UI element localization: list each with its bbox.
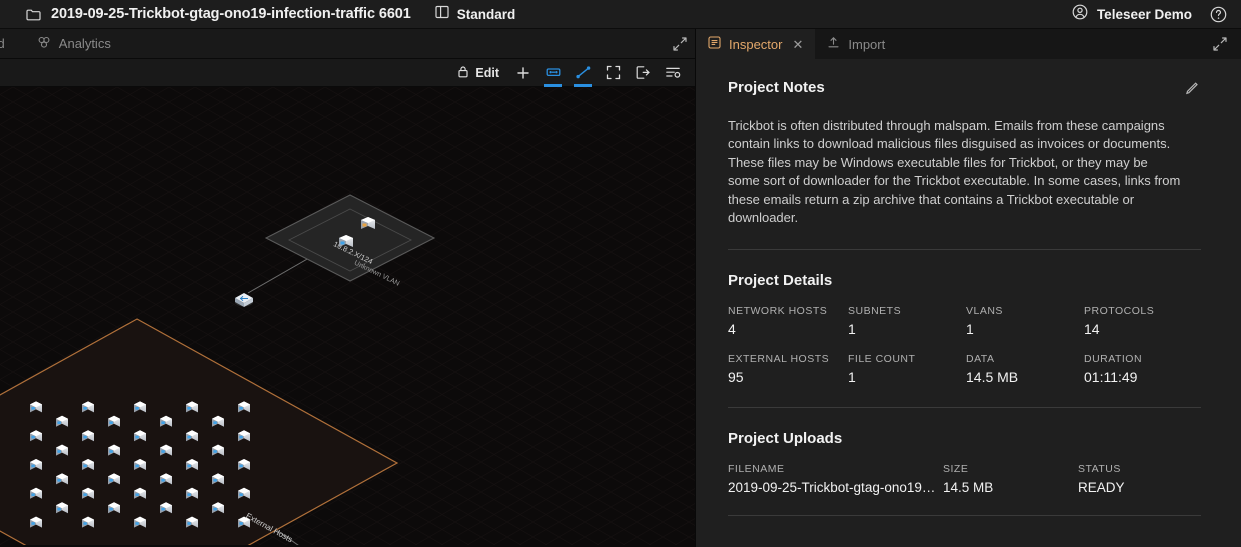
- close-icon[interactable]: ✕: [792, 38, 803, 51]
- user-menu[interactable]: Teleseer Demo: [1072, 4, 1192, 25]
- export-button[interactable]: [629, 59, 657, 87]
- pencil-icon[interactable]: [1182, 79, 1201, 103]
- uploads-col-status: STATUS READY: [1078, 463, 1201, 495]
- stat-value: 4: [728, 321, 736, 338]
- graph-pane: ard Analytics: [0, 29, 695, 547]
- stat-label: VLANS: [966, 305, 1003, 318]
- app-bar: 2019-09-25-Trickbot-gtag-ono19-infection…: [0, 0, 1241, 29]
- stat-value: 14: [1084, 321, 1100, 338]
- expand-diagonal-icon[interactable]: [1205, 29, 1235, 59]
- stat-value: 1: [848, 321, 856, 338]
- lock-icon: [457, 65, 469, 81]
- stat-network-hosts: NETWORK HOSTS 4: [728, 305, 848, 337]
- stat-label: SUBNETS: [848, 305, 902, 318]
- body-split: ard Analytics: [0, 29, 1241, 547]
- project-uploads-title: Project Uploads: [728, 430, 843, 448]
- layout-label: Standard: [456, 6, 516, 22]
- stat-vlans: VLANS 1: [966, 305, 1084, 337]
- stat-subnets: SUBNETS 1: [848, 305, 966, 337]
- inspector-content: Project Notes Trickbot is often distribu…: [696, 59, 1241, 547]
- upload-filename: 2019-09-25-Trickbot-gtag-ono19-...: [728, 480, 938, 496]
- status-badge: READY: [1078, 480, 1125, 496]
- stat-label: FILE COUNT: [848, 353, 916, 366]
- stat-label: DATA: [966, 353, 995, 366]
- user-name: Teleseer Demo: [1096, 6, 1192, 22]
- tab-inspector[interactable]: Inspector ✕: [696, 29, 816, 59]
- project-notes-header: Project Notes: [728, 79, 1201, 103]
- project-details-title: Project Details: [728, 272, 833, 290]
- stat-value: 95: [728, 369, 744, 386]
- graph-tab-bar: ard Analytics: [0, 29, 695, 59]
- edit-button[interactable]: Edit: [453, 59, 507, 87]
- stat-label: EXTERNAL HOSTS: [728, 353, 830, 366]
- stat-protocols: PROTOCOLS 14: [1084, 305, 1201, 337]
- project-notes-title: Project Notes: [728, 79, 825, 96]
- project-uploads-section: Project Uploads FILENAME 2019-09-25-Tric…: [728, 430, 1201, 495]
- stat-value: 1: [848, 369, 856, 386]
- folder-icon: [26, 8, 41, 21]
- tab-import[interactable]: Import: [815, 29, 897, 59]
- expand-diagonal-icon[interactable]: [665, 29, 695, 59]
- add-button[interactable]: [509, 59, 537, 87]
- stat-external-hosts: EXTERNAL HOSTS 95: [728, 353, 848, 385]
- column-header: SIZE: [943, 463, 969, 476]
- page-title: 2019-09-25-Trickbot-gtag-ono19-infection…: [51, 6, 411, 22]
- dashboard-label: ard: [0, 36, 5, 51]
- project-details-grid: NETWORK HOSTS 4 SUBNETS 1 VLANS 1 PROTOC…: [728, 305, 1201, 385]
- inspector-pane: Inspector ✕ Import Project Notes Trickbo…: [695, 29, 1241, 547]
- inspector-panel-icon: [708, 36, 721, 52]
- fit-to-screen-button[interactable]: [599, 59, 627, 87]
- edge-paths-button[interactable]: [569, 59, 597, 87]
- layout-nodes-button[interactable]: [539, 59, 567, 87]
- user-circle-icon: [1072, 4, 1088, 25]
- network-graph-canvas[interactable]: 10.8.2.X/124 Unknown VLAN External Hosts: [0, 87, 695, 547]
- stat-file-count: FILE COUNT 1: [848, 353, 966, 385]
- filter-settings-button[interactable]: [659, 59, 687, 87]
- stat-data: DATA 14.5 MB: [966, 353, 1084, 385]
- uploads-col-size: SIZE 14.5 MB: [943, 463, 1078, 495]
- tab-dashboard[interactable]: ard: [0, 29, 21, 59]
- divider: [728, 249, 1201, 251]
- stat-label: PROTOCOLS: [1084, 305, 1155, 318]
- uploads-table: FILENAME 2019-09-25-Trickbot-gtag-ono19-…: [728, 463, 1201, 495]
- inspector-tab-bar: Inspector ✕ Import: [696, 29, 1241, 59]
- help-circle-icon[interactable]: [1210, 6, 1227, 23]
- divider: [728, 515, 1201, 517]
- graph-toolbar: Edit: [0, 59, 695, 87]
- stat-value: 01:11:49: [1084, 369, 1138, 386]
- stat-label: NETWORK HOSTS: [728, 305, 828, 318]
- import-tab-label: Import: [848, 36, 886, 52]
- layout-selector[interactable]: Standard: [435, 5, 516, 24]
- analytics-molecule-icon: [37, 35, 51, 52]
- upload-size: 14.5 MB: [943, 480, 994, 496]
- stat-label: DURATION: [1084, 353, 1143, 366]
- project-notes-body: Trickbot is often distributed through ma…: [728, 118, 1181, 226]
- edit-label: Edit: [475, 65, 499, 80]
- analytics-label: Analytics: [58, 36, 111, 51]
- layout-panel-icon: [435, 5, 449, 24]
- column-header: STATUS: [1078, 463, 1121, 476]
- network-graph-svg: 10.8.2.X/124 Unknown VLAN External Hosts: [0, 87, 695, 545]
- project-details-section: Project Details NETWORK HOSTS 4 SUBNETS …: [728, 272, 1201, 385]
- column-header: FILENAME: [728, 463, 785, 476]
- stat-duration: DURATION 01:11:49: [1084, 353, 1201, 385]
- inspector-tab-label: Inspector: [729, 36, 783, 52]
- tab-analytics[interactable]: Analytics: [21, 29, 127, 59]
- import-upload-icon: [827, 36, 840, 52]
- stat-value: 1: [966, 321, 974, 338]
- divider: [728, 407, 1201, 409]
- project-notes-section: Project Notes Trickbot is often distribu…: [728, 79, 1201, 227]
- stat-value: 14.5 MB: [966, 369, 1019, 386]
- uploads-col-filename: FILENAME 2019-09-25-Trickbot-gtag-ono19-…: [728, 463, 943, 495]
